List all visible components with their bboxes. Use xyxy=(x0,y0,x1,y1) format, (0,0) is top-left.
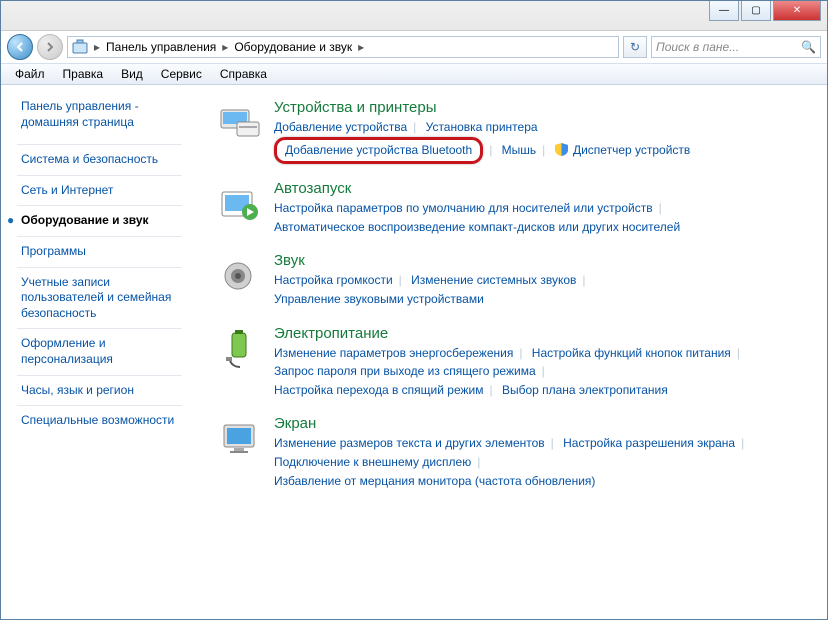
menu-view[interactable]: Вид xyxy=(113,65,151,83)
menu-file[interactable]: Файл xyxy=(7,65,53,83)
menu-service[interactable]: Сервис xyxy=(153,65,210,83)
display-icon xyxy=(216,419,264,459)
category-title-display[interactable]: Экран xyxy=(274,415,817,432)
menu-help[interactable]: Справка xyxy=(212,65,275,83)
devices-icon xyxy=(216,103,264,143)
sidebar-divider xyxy=(17,405,182,406)
breadcrumb-hardware[interactable]: Оборудование и звук▸ xyxy=(234,40,364,54)
back-button[interactable] xyxy=(7,34,33,60)
search-placeholder: Поиск в пане... xyxy=(656,40,739,54)
link-add-printer[interactable]: Установка принтера xyxy=(426,120,538,134)
sidebar-item-network[interactable]: Сеть и Интернет xyxy=(21,179,208,203)
sidebar-home[interactable]: Панель управления - домашняя страница xyxy=(21,95,208,134)
maximize-button[interactable]: ▢ xyxy=(741,1,771,21)
search-icon: 🔍 xyxy=(801,40,816,54)
minimize-icon: — xyxy=(719,5,729,16)
sidebar-divider xyxy=(17,267,182,268)
power-icon xyxy=(216,329,264,369)
refresh-button[interactable]: ↻ xyxy=(623,36,647,58)
sidebar-item-appearance[interactable]: Оформление и персонализация xyxy=(21,332,208,371)
link-wake-password[interactable]: Запрос пароля при выходе из спящего режи… xyxy=(274,364,536,378)
link-audio-devices[interactable]: Управление звуковыми устройствами xyxy=(274,292,484,306)
link-power-save[interactable]: Изменение параметров энергосбережения xyxy=(274,346,513,360)
sidebar-divider xyxy=(17,328,182,329)
link-refresh-rate[interactable]: Избавление от мерцания монитора (частота… xyxy=(274,474,595,488)
link-text-size[interactable]: Изменение размеров текста и других элеме… xyxy=(274,436,545,450)
controlpanel-icon xyxy=(72,39,88,55)
breadcrumb-controlpanel[interactable]: Панель управления▸ xyxy=(106,40,228,54)
link-autoplay-cd[interactable]: Автоматическое воспроизведение компакт-д… xyxy=(274,220,680,234)
sidebar-divider xyxy=(17,205,182,206)
window-titlebar: — ▢ ✕ xyxy=(1,1,827,31)
close-button[interactable]: ✕ xyxy=(773,1,821,21)
link-sleep[interactable]: Настройка перехода в спящий режим xyxy=(274,383,483,397)
category-power: Электропитание Изменение параметров энер… xyxy=(216,325,817,400)
link-system-sounds[interactable]: Изменение системных звуков xyxy=(411,273,576,287)
content: Устройства и принтеры Добавление устройс… xyxy=(216,85,827,619)
shield-icon xyxy=(555,143,568,156)
address-bar: ▸ Панель управления▸ Оборудование и звук… xyxy=(1,31,827,63)
menu-edit[interactable]: Правка xyxy=(55,65,112,83)
category-title-sound[interactable]: Звук xyxy=(274,252,817,269)
sidebar-divider xyxy=(17,144,182,145)
category-title-power[interactable]: Электропитание xyxy=(274,325,817,342)
link-device-manager[interactable]: Диспетчер устройств xyxy=(573,143,690,157)
link-volume[interactable]: Настройка громкости xyxy=(274,273,393,287)
link-resolution[interactable]: Настройка разрешения экрана xyxy=(563,436,735,450)
body: Панель управления - домашняя страница Си… xyxy=(1,85,827,619)
sidebar-item-users[interactable]: Учетные записи пользователей и семейная … xyxy=(21,271,208,326)
sidebar-item-system[interactable]: Система и безопасность xyxy=(21,148,208,172)
category-sound: Звук Настройка громкости| Изменение сист… xyxy=(216,252,817,308)
category-title-devices[interactable]: Устройства и принтеры xyxy=(274,99,817,116)
autoplay-icon xyxy=(216,184,264,224)
category-devices: Устройства и принтеры Добавление устройс… xyxy=(216,99,817,164)
sound-icon xyxy=(216,256,264,296)
sidebar-divider xyxy=(17,175,182,176)
sidebar-item-programs[interactable]: Программы xyxy=(21,240,208,264)
link-external-display[interactable]: Подключение к внешнему дисплею xyxy=(274,455,471,469)
breadcrumb-arrow[interactable]: ▸ xyxy=(94,40,100,54)
category-title-autoplay[interactable]: Автозапуск xyxy=(274,180,817,197)
sidebar-divider xyxy=(17,375,182,376)
highlight-annotation: Добавление устройства Bluetooth xyxy=(274,137,483,165)
category-display: Экран Изменение размеров текста и других… xyxy=(216,415,817,490)
link-autoplay-defaults[interactable]: Настройка параметров по умолчанию для но… xyxy=(274,201,653,215)
link-mouse[interactable]: Мышь xyxy=(502,143,537,157)
sidebar-item-access[interactable]: Специальные возможности xyxy=(21,409,208,433)
link-add-device[interactable]: Добавление устройства xyxy=(274,120,407,134)
link-power-buttons[interactable]: Настройка функций кнопок питания xyxy=(532,346,731,360)
sidebar-item-hardware[interactable]: Оборудование и звук xyxy=(21,209,208,233)
arrow-left-icon xyxy=(14,41,26,53)
search-input[interactable]: Поиск в пане... 🔍 xyxy=(651,36,821,58)
sidebar-divider xyxy=(17,236,182,237)
category-autoplay: Автозапуск Настройка параметров по умолч… xyxy=(216,180,817,236)
forward-button[interactable] xyxy=(37,34,63,60)
refresh-icon: ↻ xyxy=(630,40,640,54)
sidebar: Панель управления - домашняя страница Си… xyxy=(1,85,216,619)
close-icon: ✕ xyxy=(793,5,801,16)
maximize-icon: ▢ xyxy=(751,5,760,16)
menu-bar: Файл Правка Вид Сервис Справка xyxy=(1,63,827,85)
address-box[interactable]: ▸ Панель управления▸ Оборудование и звук… xyxy=(67,36,619,58)
minimize-button[interactable]: — xyxy=(709,1,739,21)
link-power-plan[interactable]: Выбор плана электропитания xyxy=(502,383,668,397)
link-add-bluetooth[interactable]: Добавление устройства Bluetooth xyxy=(285,143,472,157)
sidebar-item-clock[interactable]: Часы, язык и регион xyxy=(21,379,208,403)
arrow-right-icon xyxy=(44,41,56,53)
